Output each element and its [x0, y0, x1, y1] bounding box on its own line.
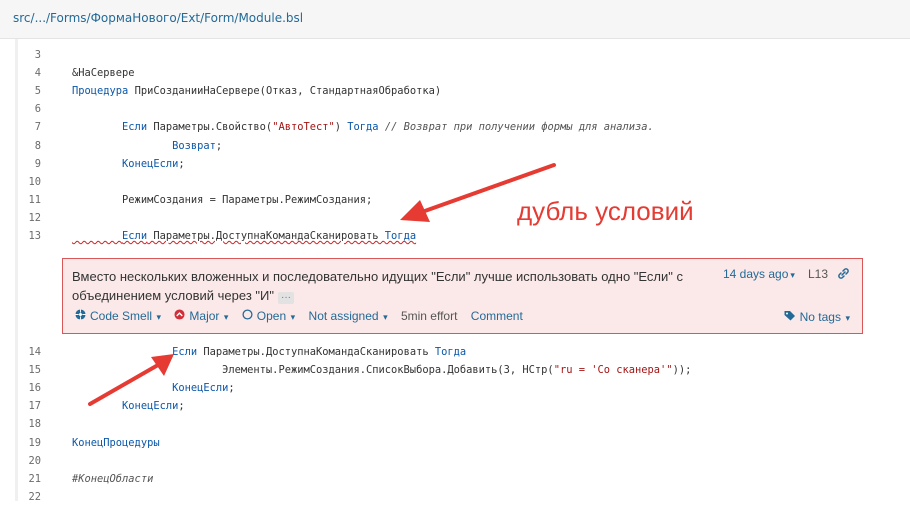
annotation-label: дубль условий: [517, 196, 694, 226]
arrow-to-line-14: [88, 354, 174, 406]
annotation-arrows: [88, 163, 556, 406]
